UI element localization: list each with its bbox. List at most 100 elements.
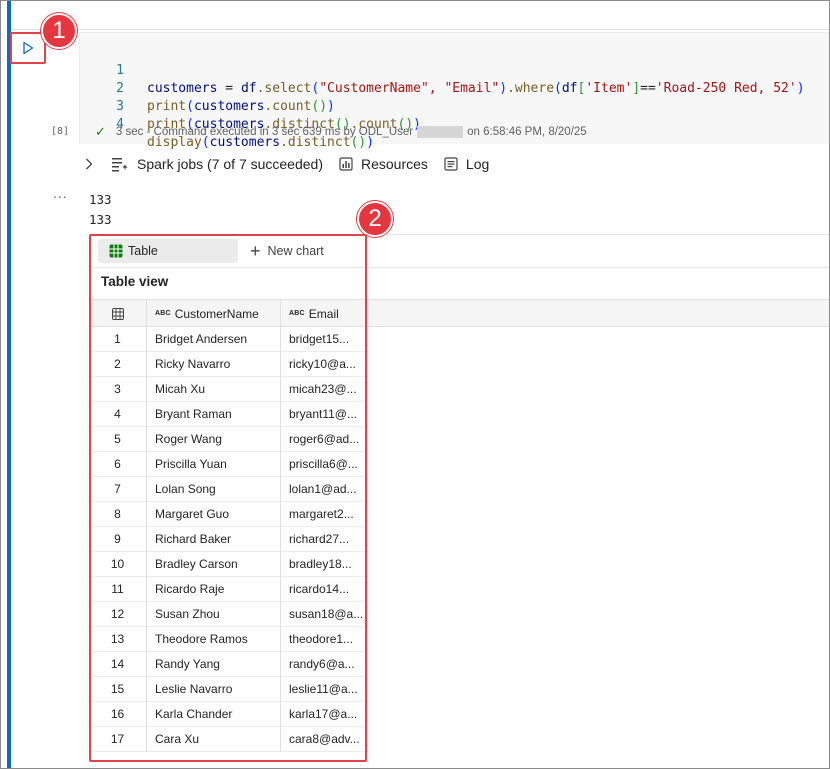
status-time: on 6:58:46 PM, 8/20/25 <box>467 126 587 138</box>
code-token: .select <box>256 81 312 96</box>
resources-label: Resources <box>361 156 428 172</box>
row-index: 7 <box>114 482 121 496</box>
table-row[interactable]: 10 Bradley Carson bradley18... <box>89 552 368 577</box>
cell-customername: Bryant Raman <box>146 402 280 427</box>
code-token: == <box>640 81 656 96</box>
table-row[interactable]: 5 Roger Wang roger6@ad... <box>89 427 368 452</box>
cell-customername: Richard Baker <box>146 527 280 552</box>
callout-badge-1: 1 <box>41 13 77 49</box>
cell-email: cara8@adv... <box>280 727 368 752</box>
cell-customername: Margaret Guo <box>146 502 280 527</box>
output-line: 133 <box>89 192 112 207</box>
row-index: 3 <box>114 382 121 396</box>
table-row[interactable]: 1 Bridget Andersen bridget15... <box>89 327 368 352</box>
code-token: 'Road-250 Red, 52' <box>655 81 797 96</box>
cell-email: margaret2... <box>280 502 368 527</box>
spark-jobs-button[interactable]: Spark jobs (7 of 7 succeeded) <box>111 156 323 172</box>
table-row[interactable]: 7 Lolan Song lolan1@ad... <box>89 477 368 502</box>
cell-email: priscilla6@... <box>280 452 368 477</box>
code-token: customers <box>193 99 265 114</box>
cell-email: karla17@a... <box>280 702 368 727</box>
output-more-options[interactable]: ... <box>53 185 68 201</box>
spark-jobs-label: Spark jobs (7 of 7 succeeded) <box>137 156 323 172</box>
row-index: 13 <box>110 632 125 646</box>
cell-customername: Roger Wang <box>146 427 280 452</box>
cell-email: leslie11@a... <box>280 677 368 702</box>
cell-email: ricardo14... <box>280 577 368 602</box>
table-row[interactable]: 11 Ricardo Raje ricardo14... <box>89 577 368 602</box>
table-row[interactable]: 6 Priscilla Yuan priscilla6@... <box>89 452 368 477</box>
row-index: 14 <box>110 657 125 671</box>
new-chart-label: New chart <box>267 244 324 258</box>
string-type-icon: ABC <box>155 310 171 317</box>
cell-customername: Cara Xu <box>146 727 280 752</box>
table-row[interactable]: 9 Richard Baker richard27... <box>89 527 368 552</box>
code-line: 2 print(customers.count()) <box>80 62 335 114</box>
string-type-icon: ABC <box>289 310 305 317</box>
play-icon <box>23 41 34 55</box>
select-all-icon[interactable] <box>89 300 146 327</box>
spark-jobs-icon <box>112 158 128 172</box>
column-header-customername[interactable]: ABC CustomerName <box>146 300 280 327</box>
column-header-label: Email <box>308 306 339 321</box>
grid-header: ABC CustomerName ABC Email <box>89 299 829 327</box>
code-token: df <box>240 81 257 96</box>
table-row[interactable]: 3 Micah Xu micah23@... <box>89 377 368 402</box>
table-row[interactable]: 15 Leslie Navarro leslie11@a... <box>89 677 368 702</box>
cell-customername: Lolan Song <box>146 477 280 502</box>
row-index: 16 <box>110 707 125 721</box>
log-button[interactable]: Log <box>444 156 489 172</box>
table-row[interactable]: 8 Margaret Guo margaret2... <box>89 502 368 527</box>
row-index: 17 <box>110 732 125 746</box>
code-token: df <box>561 81 578 96</box>
column-header-email[interactable]: ABC Email <box>280 300 368 327</box>
row-index: 8 <box>114 507 121 521</box>
row-index: 9 <box>114 532 121 546</box>
code-token: print <box>147 99 187 114</box>
cell-email: susan18@a... <box>280 602 368 627</box>
table-row[interactable]: 13 Theodore Ramos theodore1... <box>89 627 368 652</box>
code-line: 3 print(customers.distinct().count()) <box>80 80 421 132</box>
table-row[interactable]: 4 Bryant Raman bryant11@... <box>89 402 368 427</box>
code-line: 4 display(customers.distinct()) <box>80 98 374 150</box>
log-icon <box>444 157 458 171</box>
row-index: 15 <box>110 682 125 696</box>
row-index: 4 <box>114 407 121 421</box>
cell-email: randy6@a... <box>280 652 368 677</box>
status-text: 3 sec - Command executed in 3 sec 639 ms… <box>115 126 414 138</box>
cell-customername: Bridget Andersen <box>146 327 280 352</box>
cell-email: roger6@ad... <box>280 427 368 452</box>
cell-customername: Leslie Navarro <box>146 677 280 702</box>
cell-email: theodore1... <box>280 627 368 652</box>
cell-customername: Ricky Navarro <box>146 352 280 377</box>
row-index: 11 <box>111 582 124 596</box>
row-index: 12 <box>110 607 125 621</box>
code-token: .count <box>264 99 312 114</box>
row-index: 1 <box>114 332 121 346</box>
cell-customername: Priscilla Yuan <box>146 452 280 477</box>
redacted-username <box>417 126 464 138</box>
code-line: 1 customers = df.select("CustomerName", … <box>80 44 804 96</box>
divider <box>89 234 829 235</box>
row-index: 6 <box>114 457 121 471</box>
cell-customername: Bradley Carson <box>146 552 280 577</box>
table-row[interactable]: 17 Cara Xu cara8@adv... <box>89 727 368 752</box>
table-row[interactable]: 2 Ricky Navarro ricky10@a... <box>89 352 368 377</box>
new-chart-button[interactable]: + New chart <box>250 242 324 260</box>
notebook-frame: 1 1 customers = df.select("CustomerName"… <box>0 0 830 769</box>
cell-email: bridget15... <box>280 327 368 352</box>
run-cell-button[interactable] <box>10 32 46 64</box>
divider <box>89 267 829 268</box>
row-index: 10 <box>110 557 125 571</box>
table-row[interactable]: 16 Karla Chander karla17@a... <box>89 702 368 727</box>
cell-email: bradley18... <box>280 552 368 577</box>
chevron-right-icon[interactable] <box>85 158 97 170</box>
cell-customername: Karla Chander <box>146 702 280 727</box>
execution-count: [8] <box>51 126 70 137</box>
table-tab[interactable]: Table <box>98 239 238 263</box>
table-row[interactable]: 14 Randy Yang randy6@a... <box>89 652 368 677</box>
table-grid-icon <box>109 244 123 258</box>
table-view-title: Table view <box>101 274 169 289</box>
resources-button[interactable]: Resources <box>339 156 428 172</box>
table-row[interactable]: 12 Susan Zhou susan18@a... <box>89 602 368 627</box>
